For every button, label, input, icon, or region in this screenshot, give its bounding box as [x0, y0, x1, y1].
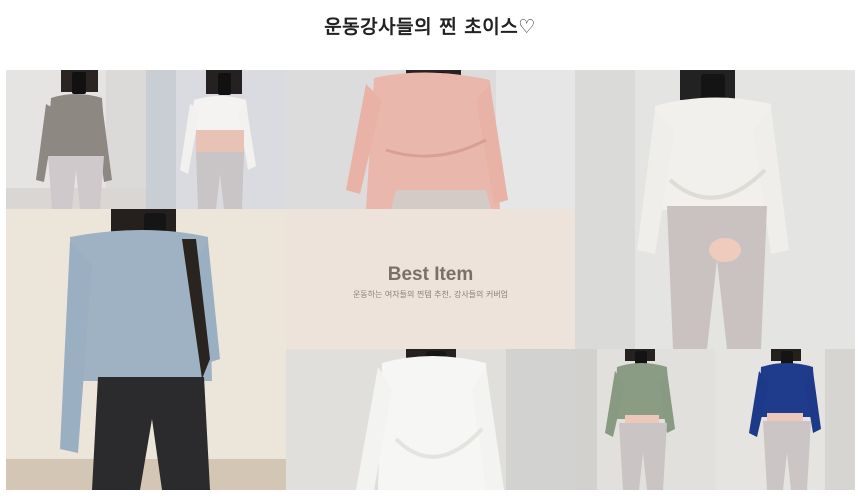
product-tile-navy-top[interactable] [715, 349, 855, 490]
grey-top-photo [6, 70, 146, 209]
white-wrap-top-photo [286, 349, 575, 490]
product-tile-white-wrap-top[interactable] [286, 349, 575, 490]
product-grid: Best Item 운동하는 여자들의 찐템 추천, 강사들의 커버업 [6, 70, 855, 490]
product-tile-ivory-wrap-top[interactable] [575, 70, 855, 349]
pink-top-photo [286, 70, 575, 209]
best-item-banner[interactable]: Best Item 운동하는 여자들의 찐템 추천, 강사들의 커버업 [286, 209, 575, 349]
sage-top-photo [575, 349, 715, 490]
page-title: 운동강사들의 찐 초이스♡ [324, 16, 536, 38]
product-tile-sage-top[interactable] [575, 349, 715, 490]
white-top-photo [146, 70, 286, 209]
best-item-title: Best Item [387, 264, 474, 285]
blue-top-photo [6, 209, 286, 490]
product-tile-white-top[interactable] [146, 70, 286, 209]
best-item-subtitle: 운동하는 여자들의 찐템 추천, 강사들의 커버업 [352, 290, 509, 299]
navy-top-photo [715, 349, 855, 490]
product-tile-pink-top[interactable] [286, 70, 575, 209]
product-tile-grey-top[interactable] [6, 70, 146, 209]
product-tile-blue-top[interactable] [6, 209, 286, 490]
ivory-wrap-top-photo [575, 70, 855, 349]
